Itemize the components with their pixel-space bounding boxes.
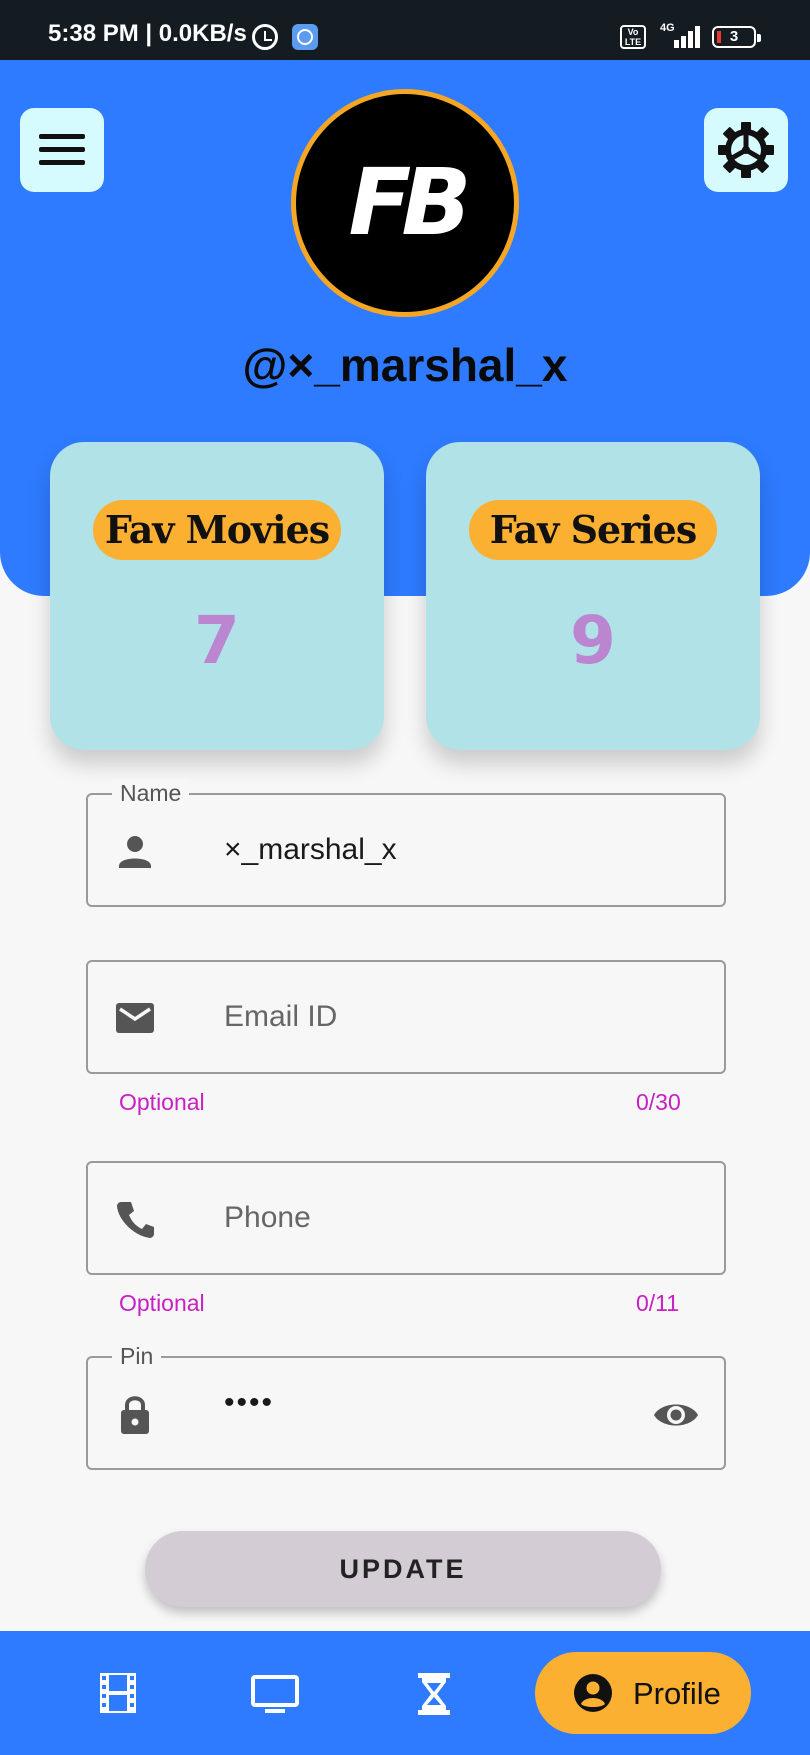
fav-series-count: 9 <box>570 602 616 679</box>
fav-series-label: Fav Series <box>469 500 717 560</box>
email-field[interactable]: Email ID <box>86 960 726 1074</box>
nav-item-movies[interactable] <box>80 1631 160 1755</box>
person-icon <box>119 836 151 868</box>
account-circle-icon <box>574 1674 612 1712</box>
bottom-navigation: Profile <box>0 1631 810 1755</box>
pin-field-label: Pin <box>112 1343 162 1370</box>
status-time: 5:38 PM | 0.0KB/s <box>48 20 247 47</box>
alarm-icon <box>252 24 278 50</box>
volte-icon: Vo LTE <box>620 25 646 49</box>
nav-item-profile[interactable]: Profile <box>535 1652 751 1734</box>
fav-movies-card[interactable]: Fav Movies 7 <box>50 442 384 750</box>
status-bar: 5:38 PM | 0.0KB/s Vo LTE 4G 3 <box>0 0 810 60</box>
fav-series-card[interactable]: Fav Series 9 <box>426 442 760 750</box>
eye-icon[interactable] <box>652 1395 700 1435</box>
email-helper-text: Optional <box>119 1089 205 1115</box>
mail-icon <box>116 1003 154 1033</box>
nav-item-history[interactable] <box>400 1631 470 1755</box>
whatsapp-icon <box>292 24 318 50</box>
name-field[interactable]: Name ×_marshal_x <box>86 780 726 907</box>
name-input[interactable]: ×_marshal_x <box>224 833 397 867</box>
menu-button[interactable] <box>20 108 104 192</box>
settings-button[interactable] <box>704 108 788 192</box>
name-field-label: Name <box>112 780 190 807</box>
network-type: 4G <box>660 22 675 34</box>
phone-field[interactable]: Phone <box>86 1161 726 1275</box>
fav-movies-count: 7 <box>194 602 240 679</box>
film-icon <box>100 1673 136 1713</box>
battery-icon: 3 <box>712 26 761 48</box>
phone-icon <box>117 1202 154 1238</box>
phone-input[interactable]: Phone <box>224 1201 311 1235</box>
lock-icon <box>121 1396 149 1434</box>
avatar[interactable]: FB <box>291 89 519 317</box>
nav-item-tv[interactable] <box>230 1631 320 1755</box>
avatar-logo: FB <box>348 149 472 256</box>
email-char-counter: 0/30 <box>636 1089 681 1115</box>
pin-input[interactable]: •••• <box>224 1386 274 1420</box>
phone-char-counter: 0/11 <box>636 1290 680 1316</box>
update-button[interactable]: UPDATE <box>145 1531 661 1607</box>
hourglass-icon <box>418 1673 450 1715</box>
gear-icon <box>718 122 774 178</box>
username: @×_marshal_x <box>242 339 568 391</box>
fav-movies-label: Fav Movies <box>93 500 341 560</box>
email-input[interactable]: Email ID <box>224 1000 337 1034</box>
nav-profile-label: Profile <box>633 1676 721 1711</box>
tv-icon <box>251 1675 299 1713</box>
phone-helper-text: Optional <box>119 1290 205 1316</box>
signal-icon: 4G <box>660 22 702 50</box>
pin-field[interactable]: Pin •••• <box>86 1343 726 1470</box>
